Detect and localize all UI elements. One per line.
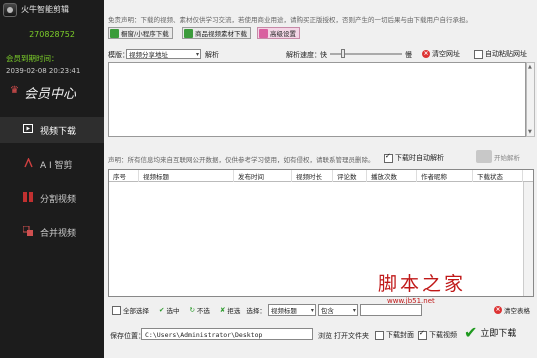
split-icon — [22, 191, 34, 205]
checkbox-icon — [375, 330, 384, 340]
video-icon — [22, 124, 34, 136]
col-comments[interactable]: 评论数 — [333, 170, 367, 182]
nav-merge-video[interactable]: 合并视频 — [0, 219, 104, 245]
checkbox-icon — [384, 152, 393, 163]
download-now-button[interactable]: ✔ 立即下载 — [464, 323, 516, 342]
start-parse-button[interactable]: 开始解析 — [476, 150, 520, 163]
save-row: 保存位置： C:\Users\Administrator\Desktop 浏览 … — [108, 323, 537, 343]
filter-button[interactable]: ✘ 拒选 — [220, 305, 240, 315]
save-path-input[interactable]: C:\Users\Administrator\Desktop — [141, 328, 313, 340]
disclaimer-text: 免责声明：下载的视频、素材仅供学习交流，若使用商业用途，请购买正版授权，否则产生… — [108, 16, 472, 24]
check-icon: ✔ — [464, 323, 478, 342]
action-row: 全部选择 ✔ 选中 ↻ 不选 ✘ 拒选 选择： 视频标题 包含 × 清空表格 — [108, 303, 534, 317]
table-header: 序号 视频标题 发布时间 视频时长 评论数 播放次数 作者昵称 下载状态 — [109, 170, 533, 182]
table-scrollbar[interactable] — [523, 182, 533, 296]
checkbox-icon — [112, 305, 121, 315]
video-table: 序号 视频标题 发布时间 视频时长 评论数 播放次数 作者昵称 下载状态 — [108, 169, 534, 297]
save-location-label: 保存位置： — [110, 332, 145, 340]
settings-icon — [259, 28, 268, 38]
user-id: 270828752 — [29, 30, 75, 39]
open-folder-button[interactable]: 打开文件夹 — [334, 331, 369, 341]
nav-split-video[interactable]: 分割视频 — [0, 185, 104, 211]
speed-slider-thumb[interactable] — [340, 49, 345, 58]
scroll-down-icon[interactable]: ▼ — [528, 129, 532, 135]
parse-disclaimer-text: 声明：所有信息均来自互联网公开数据，仅供参考学习使用，如有侵权，请联系管理员删除… — [108, 156, 375, 164]
nav-label: 合并视频 — [40, 228, 77, 239]
checkbox-icon — [474, 49, 483, 59]
clear-url-button[interactable]: × 清空网址 — [422, 49, 460, 59]
scroll-up-icon[interactable]: ▲ — [528, 64, 532, 70]
col-publish-time[interactable]: 发布时间 — [234, 170, 292, 182]
url-input[interactable] — [108, 62, 526, 137]
nav-label: A I 智剪 — [40, 160, 73, 171]
select-button[interactable]: ✔ 选中 — [159, 305, 179, 315]
col-status[interactable]: 下载状态 — [473, 170, 523, 182]
mode-select[interactable]: 视频分享地址 — [126, 49, 201, 59]
clear-table-button[interactable]: × 清空表格 — [494, 305, 530, 315]
clear-icon: × — [422, 50, 430, 58]
col-duration[interactable]: 视频时长 — [292, 170, 333, 182]
browse-button[interactable]: 浏览 — [318, 331, 332, 341]
col-author[interactable]: 作者昵称 — [417, 170, 473, 182]
auto-paste-checkbox[interactable]: 自动粘贴网址 — [474, 49, 527, 59]
clear-icon: × — [494, 306, 502, 314]
nav-ai-edit[interactable]: A I 智剪 — [0, 151, 104, 177]
parse-row: 模版： 视频分享地址 解析 解析速度： 快 慢 × 清空网址 自动粘贴网址 — [108, 47, 534, 61]
parse-icon — [476, 150, 492, 163]
app-title: 火牛智能剪辑 — [21, 5, 69, 14]
expire-label: 会员到期时间： — [6, 54, 59, 63]
select-all-checkbox[interactable]: 全部选择 — [112, 305, 149, 315]
speed-fast-label: 快 — [320, 51, 327, 59]
check-icon: ✔ — [159, 306, 165, 314]
expire-date: 2039-02-08 20:23:41 — [6, 67, 81, 75]
merge-icon — [22, 225, 34, 239]
crown-icon: ♛ — [10, 85, 19, 96]
keyword-input[interactable] — [359, 304, 422, 316]
download-icon — [184, 28, 193, 38]
nav-label: 分割视频 — [40, 194, 77, 205]
download-video-checkbox[interactable]: 下载视频 — [418, 329, 457, 340]
parse-link[interactable]: 解析 — [205, 50, 219, 60]
speed-label: 解析速度： — [286, 51, 321, 59]
speed-slow-label: 慢 — [405, 51, 412, 59]
advanced-settings-button[interactable]: 高级设置 — [257, 27, 300, 39]
app-logo-icon — [3, 3, 17, 17]
choose-label: 选择： — [246, 307, 266, 315]
sidebar: 火牛智能剪辑 270828752 会员到期时间： 2039-02-08 20:2… — [0, 0, 104, 358]
download-icon — [110, 28, 119, 38]
unselect-button[interactable]: ↻ 不选 — [189, 305, 209, 315]
operator-select[interactable]: 包含 — [317, 304, 358, 316]
col-plays[interactable]: 播放次数 — [367, 170, 417, 182]
watermark-text: 脚本之家 — [378, 273, 467, 295]
parse-notice-row: 声明：所有信息均来自互联网公开数据，仅供参考学习使用，如有侵权，请联系管理员删除… — [108, 150, 534, 166]
product-video-download-button[interactable]: 商品视频素材下载 — [182, 27, 251, 39]
col-index[interactable]: 序号 — [109, 170, 139, 182]
checkbox-icon — [418, 329, 427, 340]
col-title[interactable]: 视频标题 — [139, 170, 234, 182]
field-select[interactable]: 视频标题 — [267, 304, 316, 316]
ai-icon — [22, 156, 34, 171]
auto-parse-checkbox[interactable]: 下载时自动解析 — [384, 152, 444, 163]
uncheck-icon: ↻ — [189, 306, 195, 314]
filter-icon: ✘ — [219, 306, 226, 314]
url-scrollbar[interactable]: ▲ ▼ — [526, 62, 535, 137]
nav-label: 视频下载 — [40, 126, 77, 137]
nav-video-download[interactable]: 视频下载 — [0, 117, 104, 143]
showcase-download-button[interactable]: 橱窗/小程序下载 — [108, 27, 173, 39]
download-cover-checkbox[interactable]: 下载封面 — [375, 330, 414, 340]
vip-center-label: 会员中心 — [24, 87, 77, 102]
